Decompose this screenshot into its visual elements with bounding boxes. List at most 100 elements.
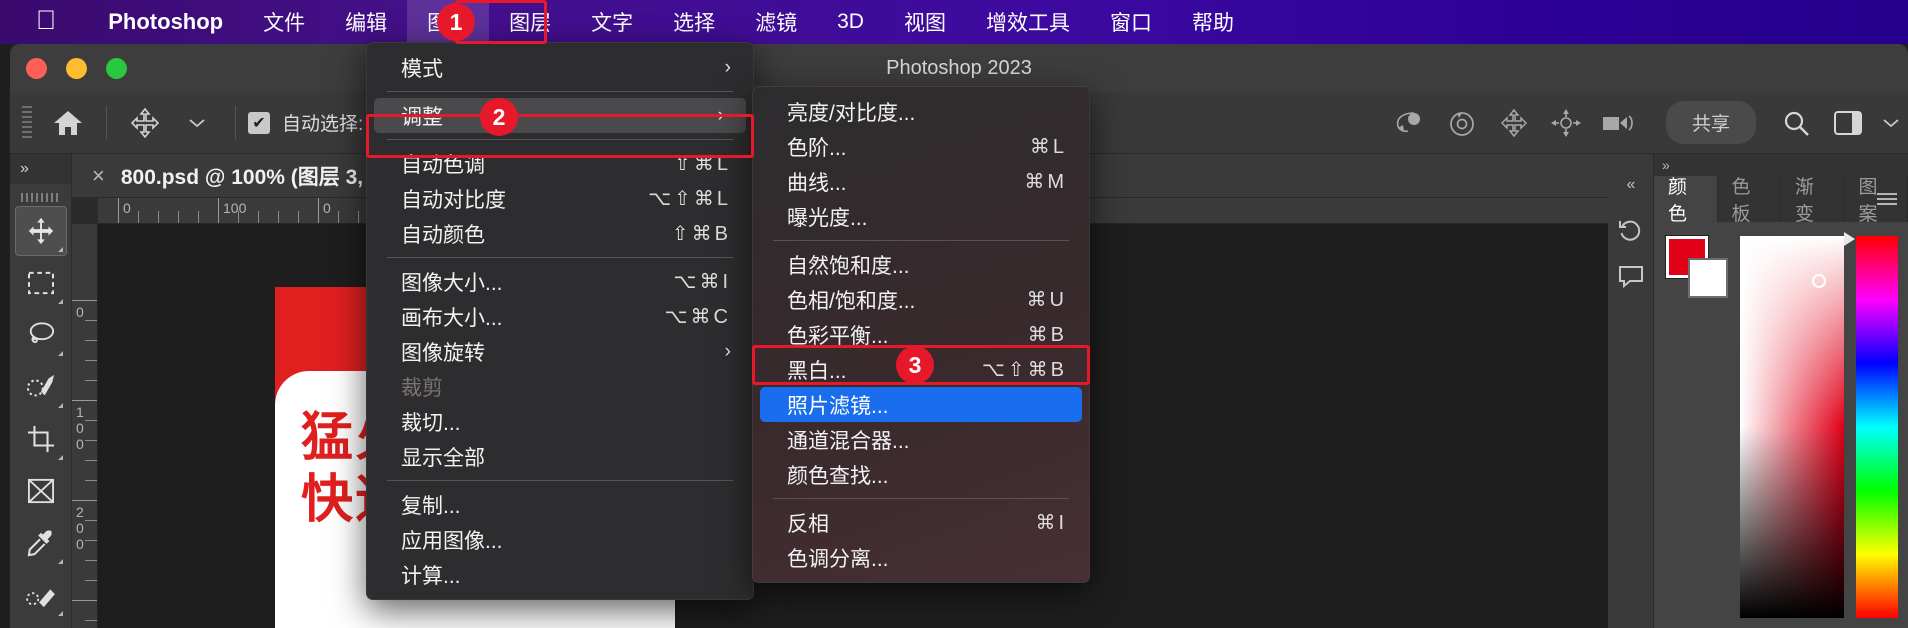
menu-item-calculations[interactable]: 计算... (367, 557, 753, 592)
menu-item-auto-tone[interactable]: 自动色调 ⇧⌘L (367, 146, 753, 181)
zoom-button[interactable] (106, 57, 127, 79)
menu-item-brightness-contrast[interactable]: 亮度/对比度... (753, 94, 1089, 129)
menubar-item-plugins[interactable]: 增效工具 (966, 0, 1090, 44)
menu-item-invert[interactable]: 反相 ⌘I (753, 505, 1089, 540)
history-icon[interactable] (1608, 208, 1654, 254)
menubar-item-help[interactable]: 帮助 (1172, 0, 1254, 44)
ruler-label: 100 (76, 404, 84, 452)
comment-icon[interactable] (1608, 254, 1654, 300)
menubar-item-photoshop[interactable]: Photoshop (88, 0, 243, 44)
rectangular-marquee-tool[interactable] (15, 258, 67, 308)
search-icon[interactable] (1770, 101, 1822, 145)
3d-pan-icon[interactable] (1488, 101, 1540, 145)
menu-item-photo-filter[interactable]: 照片滤镜... (760, 387, 1082, 422)
3d-orbit-icon[interactable] (1384, 101, 1436, 145)
minimize-button[interactable] (66, 57, 87, 79)
tools-collapse-button[interactable]: » (10, 154, 71, 184)
close-icon[interactable]: × (92, 163, 105, 189)
chevron-left-icon[interactable]: « (1608, 162, 1654, 208)
menu-item-vibrance[interactable]: 自然饱和度... (753, 247, 1089, 282)
menu-item-apply-image[interactable]: 应用图像... (367, 522, 753, 557)
menu-item-auto-color[interactable]: 自动颜色 ⇧⌘B (367, 216, 753, 251)
home-icon[interactable] (42, 101, 94, 145)
menu-item-label: 自动对比度 (401, 188, 506, 212)
menubar-item-3d[interactable]: 3D (817, 0, 884, 44)
chevron-down-icon[interactable] (171, 101, 223, 145)
menubar-item-select[interactable]: 选择 (653, 0, 735, 44)
3d-roll-icon[interactable] (1436, 101, 1488, 145)
tools-panel-grip[interactable] (20, 193, 61, 202)
menu-item-posterize[interactable]: 色调分离... (753, 540, 1089, 575)
menu-item-image-size[interactable]: 图像大小... ⌥⌘I (367, 264, 753, 299)
lasso-tool[interactable] (15, 310, 67, 360)
menu-item-label: 黑白... (787, 359, 847, 383)
menu-item-color-lookup[interactable]: 颜色查找... (753, 457, 1089, 492)
menubar-item-window[interactable]: 窗口 (1090, 0, 1172, 44)
menu-item-shortcut: ⌥⌘C (664, 306, 731, 328)
color-swatches[interactable] (1665, 235, 1728, 298)
menubar-item-layer[interactable]: 图层 (489, 0, 571, 44)
menubar-item-file[interactable]: 文件 (243, 0, 325, 44)
menu-adjustments: 亮度/对比度... 色阶... ⌘L 曲线... ⌘M 曝光度... 自然饱和度… (752, 86, 1090, 583)
right-dock: « » 颜色 色板 渐变 图案 (1608, 154, 1908, 628)
menu-item-trim[interactable]: 裁切... (367, 404, 753, 439)
menu-item-levels[interactable]: 色阶... ⌘L (753, 129, 1089, 164)
move-tool-icon[interactable] (119, 101, 171, 145)
menu-item-channel-mixer[interactable]: 通道混合器... (753, 422, 1089, 457)
menu-item-label: 照片滤镜... (787, 394, 889, 418)
document-tab-title[interactable]: 800.psd @ 100% (图层 3, RG (121, 161, 401, 191)
menu-item-label: 图像旋转 (401, 341, 485, 365)
tab-gradients[interactable]: 渐变 (1781, 176, 1845, 225)
eyedropper-tool[interactable] (15, 518, 67, 568)
color-panel-tabs: 颜色 色板 渐变 图案 (1654, 176, 1908, 225)
move-tool[interactable] (14, 206, 67, 256)
menubar-item-type[interactable]: 文字 (571, 0, 653, 44)
menu-separator (387, 480, 733, 481)
hue-slider-handle[interactable] (1844, 232, 1855, 246)
menu-item-mode[interactable]: 模式 › (367, 50, 753, 85)
3d-camera-icon[interactable] (1592, 101, 1644, 145)
menu-item-canvas-size[interactable]: 画布大小... ⌥⌘C (367, 299, 753, 334)
healing-brush-tool[interactable] (15, 570, 67, 620)
vertical-ruler[interactable]: 0 100 200 (72, 224, 98, 628)
menubar-item-edit[interactable]: 编辑 (325, 0, 407, 44)
crop-tool[interactable] (15, 414, 67, 464)
menu-image: 模式 › 调整 › 自动色调 ⇧⌘L 自动对比度 ⌥⇧⌘L 自动颜色 ⇧⌘B 图… (366, 42, 754, 600)
menu-item-exposure[interactable]: 曝光度... (753, 199, 1089, 234)
hue-slider[interactable] (1844, 232, 1898, 618)
menu-item-hue-saturation[interactable]: 色相/饱和度... ⌘U (753, 282, 1089, 317)
background-color-swatch[interactable] (1688, 258, 1728, 298)
menu-item-duplicate[interactable]: 复制... (367, 487, 753, 522)
chevron-down-icon[interactable] (1874, 101, 1908, 145)
menubar-item-filter[interactable]: 滤镜 (735, 0, 817, 44)
close-button[interactable] (26, 57, 47, 79)
color-picker-cursor[interactable] (1812, 274, 1826, 288)
menu-item-label: 色阶... (787, 136, 847, 160)
object-selection-tool[interactable] (15, 362, 67, 412)
menu-item-shortcut: ⌘B (1027, 324, 1067, 346)
workspace-icon[interactable] (1822, 101, 1874, 145)
3d-slide-icon[interactable] (1540, 101, 1592, 145)
frame-tool[interactable] (15, 466, 67, 516)
tab-color[interactable]: 颜色 (1654, 176, 1718, 225)
menu-item-reveal-all[interactable]: 显示全部 (367, 439, 753, 474)
apple-logo-icon[interactable]:  (36, 6, 56, 34)
menu-item-auto-contrast[interactable]: 自动对比度 ⌥⇧⌘L (367, 181, 753, 216)
menu-separator (773, 240, 1069, 241)
menu-item-crop: 裁剪 (367, 369, 753, 404)
menu-separator (773, 498, 1069, 499)
tab-swatches[interactable]: 色板 (1718, 176, 1781, 225)
ruler-label: 0 (123, 200, 131, 216)
menu-item-label: 复制... (401, 494, 461, 518)
options-bar-grip[interactable] (22, 105, 32, 140)
menu-item-label: 图像大小... (401, 271, 503, 295)
color-ramp[interactable] (1740, 236, 1844, 618)
share-button[interactable]: 共享 (1665, 101, 1756, 144)
menu-item-shortcut: ⌥⌘I (673, 271, 731, 293)
hamburger-icon[interactable] (1876, 192, 1898, 206)
menubar-item-view[interactable]: 视图 (884, 0, 966, 44)
menu-item-curves[interactable]: 曲线... ⌘M (753, 164, 1089, 199)
auto-select-checkbox[interactable]: ✔ (248, 111, 270, 134)
menu-item-image-rotation[interactable]: 图像旋转 › (367, 334, 753, 369)
menu-item-adjustments[interactable]: 调整 › (374, 98, 746, 133)
